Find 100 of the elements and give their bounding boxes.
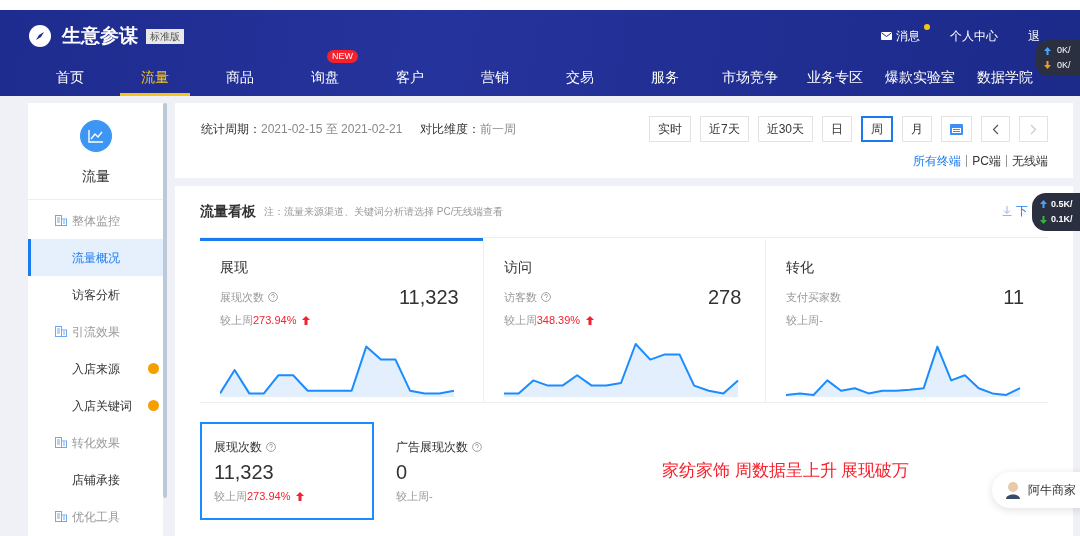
chart-icon [79,120,112,152]
sidebar-title: 流量 [81,167,110,186]
compare-label: 较上周 [786,312,820,328]
period-button[interactable]: 日 [822,116,852,142]
compass-icon [28,24,52,48]
header-link[interactable]: 个人中心 [950,27,998,45]
compare-label: 较上周 [396,488,429,504]
avatar-icon [1004,481,1022,499]
board-note: 注：流量来源渠道、关键词分析请选择 PC/无线端查看 [264,204,504,219]
card-title: 展现 [220,257,249,277]
period-button[interactable]: 实时 [648,116,691,142]
metric-card[interactable]: 访问 访客数 278 较上周348.39% [482,237,766,402]
change-value: 273.94% [253,312,297,328]
metric-label: 支付买家数 [786,289,842,305]
nav-tab[interactable]: 数据学院 [970,62,1040,96]
metric-value: 278 [707,284,742,310]
change-value: 348.39% [536,312,581,328]
metric-label: 展现次数 [214,438,262,456]
compare-value: 前一周 [480,121,517,138]
change-value: - [429,488,433,504]
sidebar-item[interactable]: 店铺承接 [28,461,163,498]
metric-value: 11 [1003,284,1024,310]
download-arrow-icon [1044,61,1051,70]
metric-label: 广告展现次数 [396,438,468,456]
calendar-button[interactable] [941,116,972,142]
terminal-link[interactable]: PC端 [972,152,1001,170]
compare-label: 较上周 [214,488,247,504]
download-icon [1002,206,1012,217]
brand-name: 生意参谋 [62,23,138,48]
card-title: 访问 [503,257,533,277]
previous-button[interactable] [981,116,1010,142]
terminal-link[interactable]: 无线端 [1012,152,1048,170]
chevron-left-icon [992,123,999,135]
nav-tab[interactable]: 市场竞争 [715,62,785,96]
exit-link[interactable]: 退 [1028,27,1040,45]
nav-tab[interactable]: 爆款实验室 [885,62,955,96]
nav-tab[interactable]: 商品 [205,62,275,96]
sidebar-group-label: 引流效果 [72,323,120,341]
change-value: 273.94% [247,488,291,504]
nav-tab[interactable]: 交易 [545,62,615,96]
assistant-label: 阿牛商家 [1028,482,1076,499]
board-title: 流量看板 [200,201,256,221]
sidebar-item[interactable]: 流量概况 [28,239,163,276]
speed-reading: 0K/ [1057,44,1071,57]
change-value: - [819,312,823,328]
sidebar-group-label: 优化工具 [72,508,120,526]
metric-tile[interactable]: 展现次数 11,323 较上周273.94% [200,421,374,520]
upload-arrow-icon [1044,46,1051,55]
compare-label: 对比维度： [420,121,481,138]
compare-label: 较上周 [220,312,253,328]
period-button[interactable]: 月 [902,116,932,142]
nav-tab[interactable]: 首页 [35,62,105,96]
sidebar-item[interactable]: 入店来源 [28,350,163,387]
nav-tab[interactable]: 业务专区 [800,62,870,96]
building-icon [55,437,67,448]
help-icon[interactable] [268,291,278,302]
terminal-link[interactable]: 所有终端 [913,152,962,170]
new-badge: NEW [327,50,358,63]
period-button[interactable]: 近30天 [757,116,813,142]
assistant-bubble[interactable]: 阿牛商家 [992,472,1080,508]
chevron-right-icon [1030,123,1037,135]
period-button[interactable]: 近7天 [699,116,749,142]
help-icon[interactable] [540,291,551,302]
download-link[interactable]: 下 [1002,202,1028,221]
compare-label: 较上周 [503,312,537,328]
nav-tab[interactable]: 询盘 [290,62,360,96]
annotation-text: 家纺家饰 周数据呈上升 展现破万 [662,460,910,483]
metric-card[interactable]: 转化 支付买家数 11 较上周- [765,237,1048,402]
sidebar-item[interactable]: 入店关键词 [28,387,163,424]
metric-value: 11,323 [214,459,275,485]
help-icon[interactable] [472,441,482,452]
nav-tab[interactable]: 营销 [460,62,530,96]
period-value: 2021-02-15 至 2021-02-21 [261,121,403,138]
metric-card[interactable]: 展现 展现次数 11,323 较上周273.94% [200,237,483,402]
mail-icon [881,32,892,40]
metric-value: 0 [396,459,409,485]
period-label: 统计周期： [201,121,261,138]
nav-tab[interactable]: 服务 [630,62,700,96]
speed-reading: 0K/ [1057,58,1071,72]
download-arrow-icon [1040,215,1047,224]
header-link[interactable]: 消息 [881,27,920,45]
metric-label: 展现次数 [220,289,264,305]
building-icon [55,326,67,337]
edition-badge: 标准版 [146,28,184,44]
building-icon [55,215,67,226]
metric-value: 11,323 [399,284,459,310]
speed-reading: 0.5K/ [1051,197,1073,211]
metric-tile[interactable]: 广告展现次数 0 较上周- [382,421,556,520]
upload-arrow-icon [1040,200,1047,209]
nav-tab[interactable]: 客户 [375,62,445,96]
card-title: 转化 [786,257,816,277]
speed-reading: 0.1K/ [1051,213,1073,226]
calendar-icon [950,123,963,135]
metric-label: 访客数 [503,289,537,305]
sidebar-group-label: 整体监控 [72,212,120,230]
building-icon [55,511,67,522]
period-button[interactable]: 周 [861,116,893,142]
sidebar-group-label: 转化效果 [72,434,120,452]
sidebar-item[interactable]: 访客分析 [28,276,163,313]
help-icon[interactable] [266,441,276,452]
